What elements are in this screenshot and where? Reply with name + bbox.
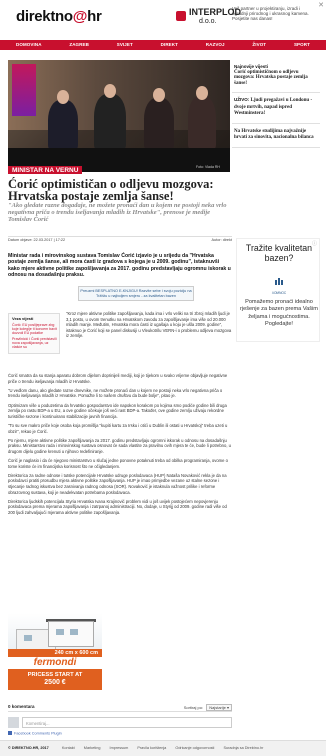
panelist-2 <box>94 94 126 150</box>
pool-ad[interactable]: ⓘ Tražite kvalitetan bazen? ΛOMNOC Pomaž… <box>236 238 320 342</box>
nav-item-zagreb[interactable]: ZAGREB <box>69 40 89 50</box>
footer-link-kontakt[interactable]: Kontakt <box>62 746 75 750</box>
promo-brand: fermondi <box>8 657 102 669</box>
page: direktno@hr INTERPLOD d.o.o. Vaš partner… <box>0 0 326 756</box>
sidebar-news-item[interactable]: Na Hrvatske studijima najvažnije hrvati … <box>232 124 320 148</box>
article-paragraph: "To su sve makro priče koje osoba koja p… <box>8 422 228 434</box>
comments-header: 0 komentara Sortiraj po: Najstarije ▾ <box>8 704 232 712</box>
nav-item-svijet[interactable]: SVIJET <box>117 40 133 50</box>
ad-close-icon[interactable]: ✕ <box>318 1 324 9</box>
article-paragraph: Ćorić je naglasio i da će njegovo minist… <box>8 458 228 469</box>
promo-price-value: 2500 € <box>44 679 66 686</box>
hero-image[interactable] <box>8 60 230 172</box>
fb-plugin-label: Facebook Comments Plugin <box>14 731 62 736</box>
promo-price: PRICESS START AT 2500 € <box>8 669 102 690</box>
nav-item-direkt[interactable]: DIREKT <box>161 40 178 50</box>
header-ad-text[interactable]: Vaš partner u projektiranju, izradi i ug… <box>232 6 314 28</box>
pool-ad-brand: ΛOMNOC <box>271 291 287 295</box>
article-subtitle: "Ako gledate razne događaje, ne možete p… <box>8 202 227 223</box>
logo-suffix: hr <box>87 8 102 25</box>
container-promo-ad[interactable]: 240 cm x 600 cm fermondi PRICESS START A… <box>8 613 102 690</box>
article-paragraph: "Kroz mjere aktivne politike zapošljavan… <box>66 311 232 339</box>
pool-ad-title: Tražite kvalitetan bazen? <box>245 243 313 263</box>
site-logo[interactable]: direktno@hr <box>16 8 102 25</box>
footer-link-disclaimer[interactable]: Odricanje odgovornosti <box>175 746 214 750</box>
related-news-link[interactable]: Pravilnicić i Ćorić predstavili nova zap… <box>12 337 57 350</box>
sidebar-news-item[interactable]: UŽIVO: Ljudi pregažavi u Londonu - dvoje… <box>232 93 320 124</box>
footer-copyright: © DIREKTNO.HR, 2017 <box>8 746 49 750</box>
footer-link-cooperation[interactable]: Suradnja sa Direktno.hr <box>223 746 263 750</box>
article-author: Autor: direkt <box>211 238 232 242</box>
sort-dropdown[interactable]: Najstarije ▾ <box>206 704 232 711</box>
promo-price-line: PRICESS START AT <box>27 672 83 678</box>
promo-size: 240 cm x 600 cm <box>8 649 102 657</box>
fb-comments-plugin-link[interactable]: Facebook Comments Plugin <box>8 731 62 736</box>
panelist-1 <box>48 100 78 150</box>
article-paragraph: Optimizam više u poduzetima da hrvatsko … <box>8 402 227 419</box>
related-news-box: Veza vijesti Ćorić: EU poslijeprave zbg … <box>8 313 60 355</box>
article-date: Datum objave: 22.03.2017 | 17:22 <box>8 238 66 242</box>
photo-credit: Foto: Vlada RH <box>196 165 220 169</box>
facebook-icon <box>8 731 12 735</box>
article-paragraph: Ćorić smatra da su stanja aparatu dobrom… <box>8 373 228 384</box>
comment-input[interactable]: Komentiraj... <box>22 717 232 728</box>
pool-ad-logo: ΛOMNOC <box>269 272 289 295</box>
article-paragraph: Direktorica za radne odnose i tutske pot… <box>8 472 227 495</box>
article-paragraph: Direktorica ljudskih potencijala Styria … <box>8 498 227 516</box>
conference-banner <box>12 64 36 116</box>
logo-at: @ <box>72 8 88 25</box>
sidebar-news-text: Ćorić optimističnom o odljevu mozgova: H… <box>234 69 308 86</box>
comment-box: Komentiraj... <box>8 716 232 729</box>
sidebar-news: Najnovije vijesti Ćorić optimističnom o … <box>232 60 320 148</box>
comments-sort: Sortiraj po: Najstarije ▾ <box>184 704 232 711</box>
inline-ad-banner[interactable]: Preuzmi BESPLATNO E-KNJIGU! Razvite sebe… <box>78 286 194 301</box>
footer-link-marketing[interactable]: Marketing <box>84 746 101 750</box>
article-paragraph: Po njemu, mjere aktivne politike zapošlj… <box>8 437 231 454</box>
site-footer: © DIREKTNO.HR, 2017 Kontakt Marketing Im… <box>0 740 326 756</box>
main-nav: DOMOVINA ZAGREB SVIJET DIREKT RAZVOJ ŽIV… <box>0 40 326 50</box>
comments-count: 0 komentara <box>8 704 35 709</box>
pool-ad-description: Pomažemo pronaći idealno rješenje za baz… <box>240 299 318 328</box>
sort-label: Sortiraj po: <box>183 705 204 710</box>
article-paragraph: "U vedlom danu, ako gledate razne dnevni… <box>8 387 223 399</box>
footer-link-impressum[interactable]: Impressum <box>110 746 129 750</box>
site-header: direktno@hr INTERPLOD d.o.o. Vaš partner… <box>0 0 326 32</box>
related-news-title: Veza vijesti <box>12 316 34 321</box>
nav-item-domovina[interactable]: DOMOVINA <box>16 40 42 50</box>
panelist-4 <box>188 96 216 150</box>
panelist-3 <box>144 98 174 150</box>
interplod-logo-icon <box>176 11 186 21</box>
logo-text: direktno <box>16 8 73 25</box>
hero-badge: MINISTAR NA VERNU <box>8 166 83 174</box>
article-title: Ćorić optimističan o odljevu mozgova: Hr… <box>8 177 214 203</box>
sidebar-news-label: UŽIVO: <box>234 97 250 102</box>
sidebar-news-item[interactable]: Najnovije vijesti Ćorić optimističnom o … <box>232 60 320 93</box>
avatar <box>8 717 19 728</box>
article-lead: Ministar rada i mirovinskog sustava Tomi… <box>8 253 231 278</box>
footer-link-terms[interactable]: Pravila korištenja <box>137 746 166 750</box>
nav-item-razvoj[interactable]: RAZVOJ <box>206 40 225 50</box>
sidebar-news-text: Na Hrvatske studijima najvažnije hrvati … <box>234 128 314 141</box>
nav-item-zivot[interactable]: ŽIVOT <box>252 40 266 50</box>
related-news-link[interactable]: Ćorić: EU poslijeprave zbg koje kolegije… <box>12 323 57 336</box>
article-meta: Datum objave: 22.03.2017 | 17:22 Autor: … <box>8 236 232 242</box>
article-body: Ćorić smatra da su stanja aparatu dobrom… <box>8 373 232 519</box>
nav-item-sport[interactable]: SPORT <box>294 40 310 50</box>
